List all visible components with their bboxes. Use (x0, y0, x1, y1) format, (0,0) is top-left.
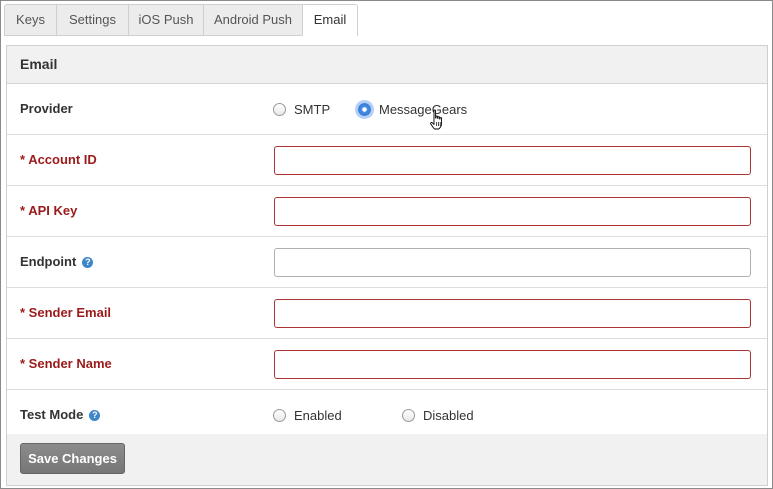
api-key-input[interactable] (274, 197, 751, 226)
provider-option-smtp[interactable]: SMTP (273, 84, 330, 134)
test-mode-label: Test Mode (20, 407, 84, 422)
tab-keys[interactable]: Keys (4, 4, 56, 36)
tab-settings[interactable]: Settings (56, 4, 128, 36)
panel-footer: Save Changes (7, 434, 767, 485)
account-id-label: * Account ID (20, 152, 97, 167)
smtp-radio-label[interactable]: SMTP (294, 102, 330, 117)
sender-name-input[interactable] (274, 350, 751, 379)
sender-email-label: * Sender Email (20, 305, 112, 320)
sender-email-row: * Sender Email (7, 288, 767, 339)
messagegears-radio[interactable] (358, 102, 371, 116)
help-icon[interactable]: ? (82, 256, 94, 268)
sender-name-label: * Sender Name (20, 356, 112, 371)
email-settings-panel: Email Provider SMTP MessageGears * Accou… (6, 45, 768, 486)
tab-android-push[interactable]: Android Push (203, 4, 302, 36)
endpoint-row: Endpoint ? (7, 237, 767, 288)
test-mode-option-enabled[interactable]: Enabled (273, 390, 342, 440)
help-icon[interactable]: ? (89, 409, 101, 421)
messagegears-radio-label[interactable]: MessageGears (379, 102, 467, 117)
hand-pointer-icon (430, 109, 443, 130)
disabled-radio[interactable] (402, 408, 415, 422)
endpoint-input[interactable] (274, 248, 751, 277)
test-mode-option-disabled[interactable]: Disabled (402, 390, 474, 440)
sender-name-row: * Sender Name (7, 339, 767, 390)
tab-bar: Keys Settings iOS Push Android Push Emai… (4, 4, 358, 36)
enabled-radio-label[interactable]: Enabled (294, 408, 342, 423)
api-key-label: * API Key (20, 203, 78, 218)
panel-title: Email (7, 46, 767, 84)
test-mode-label-wrap: Test Mode ? (20, 390, 101, 440)
endpoint-label: Endpoint (20, 254, 77, 269)
smtp-radio[interactable] (273, 102, 286, 116)
account-id-input[interactable] (274, 146, 751, 175)
window-frame: Keys Settings iOS Push Android Push Emai… (0, 0, 773, 489)
tab-ios-push[interactable]: iOS Push (128, 4, 203, 36)
provider-label: Provider (20, 101, 73, 116)
save-changes-button[interactable]: Save Changes (20, 443, 125, 474)
api-key-row: * API Key (7, 186, 767, 237)
provider-row: Provider SMTP MessageGears (7, 84, 767, 135)
provider-option-messagegears[interactable]: MessageGears (358, 84, 467, 134)
enabled-radio[interactable] (273, 408, 286, 422)
sender-email-input[interactable] (274, 299, 751, 328)
disabled-radio-label[interactable]: Disabled (423, 408, 474, 423)
tab-email[interactable]: Email (302, 4, 358, 36)
account-id-row: * Account ID (7, 135, 767, 186)
endpoint-label-wrap: Endpoint ? (20, 237, 94, 287)
